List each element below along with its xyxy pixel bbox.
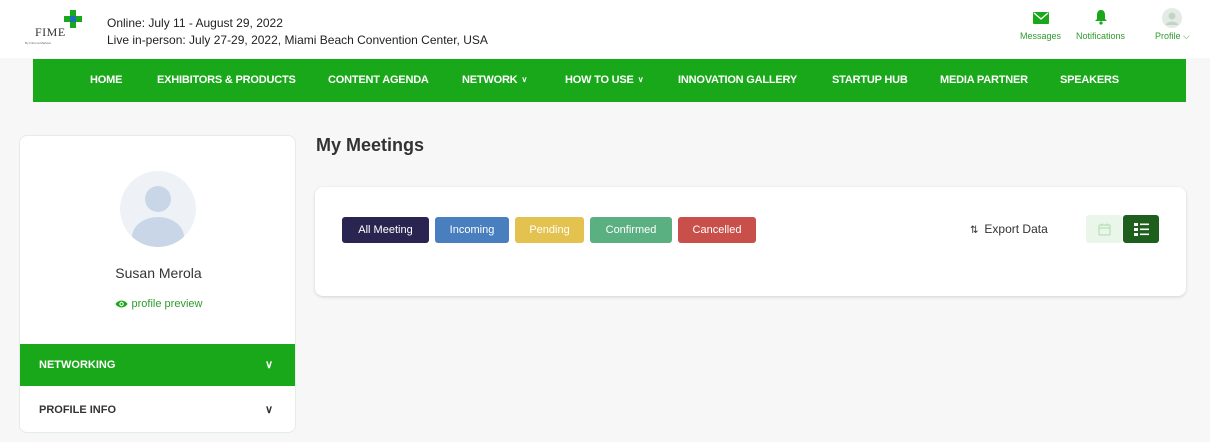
- nav-label: EXHIBITORS & PRODUCTS: [157, 74, 296, 86]
- profile-menu-button[interactable]: Profile ⌵: [1155, 8, 1190, 42]
- sidebar-item-label: NETWORKING: [39, 359, 116, 371]
- fime-logo[interactable]: FIME By Informa Markets: [24, 10, 94, 48]
- filter-confirmed-button[interactable]: Confirmed: [590, 217, 672, 243]
- nav-network[interactable]: NETWORK ∨: [462, 59, 527, 102]
- nav-label: MEDIA PARTNER: [940, 74, 1028, 86]
- nav-label: STARTUP HUB: [832, 74, 908, 86]
- nav-content-agenda[interactable]: CONTENT AGENDA: [328, 59, 429, 102]
- notifications-label: Notifications: [1076, 31, 1126, 41]
- sidebar-item-profile-info[interactable]: PROFILE INFO ∨: [20, 389, 295, 431]
- nav-startup-hub[interactable]: STARTUP HUB: [832, 59, 908, 102]
- notifications-button[interactable]: Notifications: [1076, 8, 1125, 41]
- export-data-button[interactable]: ⇅ Export Data: [970, 222, 1048, 236]
- avatar-head-shape: [145, 186, 171, 212]
- page-title: My Meetings: [316, 135, 425, 155]
- profile-avatar-icon: [1155, 8, 1190, 28]
- filter-incoming-button[interactable]: Incoming: [435, 217, 509, 243]
- chevron-down-icon: ∨: [264, 359, 273, 371]
- nav-exhibitors-products[interactable]: EXHIBITORS & PRODUCTS: [157, 59, 296, 102]
- filter-label: Confirmed: [605, 224, 657, 236]
- avatar: [120, 171, 196, 247]
- logo-cross-icon: [64, 10, 82, 28]
- nav-home[interactable]: HOME: [90, 59, 122, 102]
- event-dates: Online: July 11 - August 29, 2022 Live i…: [107, 15, 488, 49]
- chevron-down-icon: ∨: [264, 404, 273, 416]
- messages-label: Messages: [1020, 31, 1062, 41]
- profile-sidebar: Susan Merola profile preview NETWORKING …: [19, 135, 296, 433]
- nav-label: HOME: [90, 74, 123, 86]
- sidebar-item-label: PROFILE INFO: [39, 404, 116, 416]
- filter-label: Pending: [529, 224, 570, 236]
- main-nav: HOME EXHIBITORS & PRODUCTS CONTENT AGEND…: [33, 59, 1186, 102]
- nav-media-partner[interactable]: MEDIA PARTNER: [940, 59, 1028, 102]
- filter-label: Incoming: [449, 224, 495, 236]
- profile-label-wrap: Profile ⌵: [1155, 31, 1190, 42]
- list-icon: [1133, 222, 1149, 236]
- header-actions: Messages Notifications Profile ⌵: [1010, 8, 1210, 48]
- filter-label: All Meeting: [358, 224, 413, 236]
- profile-label: Profile: [1155, 31, 1181, 41]
- export-label: Export Data: [984, 222, 1048, 236]
- nav-innovation-gallery[interactable]: INNOVATION GALLERY: [678, 59, 797, 102]
- user-name: Susan Merola: [115, 265, 202, 281]
- nav-label: NETWORK: [462, 74, 518, 86]
- filter-label: Cancelled: [692, 224, 742, 236]
- logo-text: FIME: [35, 25, 66, 39]
- chevron-down-icon: ⌵: [1183, 31, 1190, 41]
- profile-preview-label: profile preview: [131, 298, 203, 310]
- top-header: FIME By Informa Markets Online: July 11 …: [0, 0, 1210, 58]
- eye-icon: [115, 300, 128, 308]
- nav-how-to-use[interactable]: HOW TO USE ∨: [565, 59, 644, 102]
- envelope-icon: [1020, 8, 1061, 28]
- nav-label: INNOVATION GALLERY: [678, 74, 798, 86]
- nav-label: SPEAKERS: [1060, 74, 1119, 86]
- list-view-button[interactable]: [1123, 215, 1159, 243]
- online-dates: Online: July 11 - August 29, 2022: [107, 16, 283, 30]
- messages-button[interactable]: Messages: [1020, 8, 1061, 41]
- filter-all-meeting-button[interactable]: All Meeting: [342, 217, 429, 243]
- nav-speakers[interactable]: SPEAKERS: [1060, 59, 1119, 102]
- calendar-icon: [1097, 223, 1111, 236]
- sidebar-item-networking[interactable]: NETWORKING ∨: [20, 344, 295, 386]
- inperson-dates: Live in-person: July 27-29, 2022, Miami …: [107, 33, 488, 47]
- bell-icon: [1076, 8, 1125, 28]
- nav-label: HOW TO USE: [565, 74, 634, 86]
- nav-label: CONTENT AGENDA: [328, 74, 429, 86]
- chevron-down-icon: ∨: [521, 75, 528, 84]
- logo-subtext: By Informa Markets: [25, 41, 52, 45]
- sort-arrows-icon: ⇅: [970, 225, 979, 236]
- chevron-down-icon: ∨: [637, 75, 644, 84]
- profile-preview-link[interactable]: profile preview: [20, 298, 295, 310]
- filter-cancelled-button[interactable]: Cancelled: [678, 217, 756, 243]
- calendar-view-button[interactable]: [1086, 215, 1122, 243]
- filter-pending-button[interactable]: Pending: [515, 217, 584, 243]
- meetings-filter-card: All Meeting Incoming Pending Confirmed C…: [315, 187, 1186, 296]
- avatar-body-shape: [132, 217, 184, 247]
